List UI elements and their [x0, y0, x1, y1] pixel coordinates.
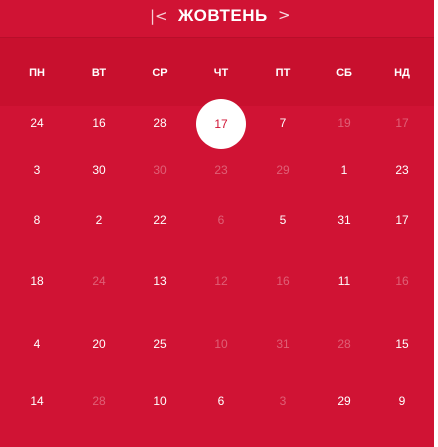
day-cell[interactable]: 5	[252, 213, 314, 227]
day-cell[interactable]: 20	[68, 337, 130, 351]
day-cell[interactable]: 10	[129, 394, 191, 408]
day-cell[interactable]: 4	[6, 337, 68, 351]
day-cell[interactable]: 13	[129, 274, 191, 288]
week-row: 4 20 25 10 31 28 15	[0, 326, 434, 384]
day-cell-muted[interactable]: 30	[129, 163, 191, 177]
day-cell-muted[interactable]: 16	[371, 274, 433, 288]
day-cell[interactable]: 16	[68, 116, 130, 130]
day-cell[interactable]: 3	[6, 163, 68, 177]
day-cell-muted[interactable]: 6	[190, 213, 252, 227]
day-cell-muted[interactable]: 16	[252, 274, 314, 288]
day-cell-muted[interactable]: 19	[313, 116, 375, 130]
day-cell[interactable]: 8	[6, 213, 68, 227]
weekday-sun: НД	[394, 67, 410, 79]
day-cell-muted[interactable]: 28	[313, 337, 375, 351]
weekday-sat: СБ	[336, 67, 352, 79]
day-cell-muted[interactable]: 31	[252, 337, 314, 351]
week-row: 8 2 22 6 5 31 17	[0, 202, 434, 260]
today-day-cell[interactable]: 17	[196, 99, 246, 149]
day-cell[interactable]: 28	[129, 116, 191, 130]
next-month-button[interactable]: >	[278, 6, 291, 24]
page-edge	[434, 0, 438, 447]
weekday-fri: ПТ	[275, 67, 291, 79]
weekday-wed: СР	[152, 67, 168, 79]
weekday-tue: ВТ	[91, 67, 107, 79]
day-cell[interactable]: 11	[313, 274, 375, 288]
calendar: |< ЖОВТЕНЬ > ПН ВТ СР ЧТ ПТ СБ НД 24 16 28…	[0, 0, 434, 447]
day-cell[interactable]: 1	[313, 163, 375, 177]
day-cell[interactable]: 31	[313, 213, 375, 227]
weekday-thu: ЧТ	[213, 67, 229, 79]
weekday-header-row: ПН ВТ СР ЧТ ПТ СБ НД	[0, 37, 434, 106]
day-cell-muted[interactable]: 3	[252, 394, 314, 408]
day-cell-muted[interactable]: 28	[68, 394, 130, 408]
month-title: ЖОВТЕНЬ	[178, 6, 268, 25]
calendar-header: |< ЖОВТЕНЬ >	[0, 0, 434, 36]
day-cell[interactable]: 6	[190, 394, 252, 408]
day-cell-muted[interactable]: 24	[68, 274, 130, 288]
day-cell[interactable]: 15	[371, 337, 433, 351]
day-cell[interactable]: 17	[371, 213, 433, 227]
day-cell[interactable]: 24	[6, 116, 68, 130]
day-cell-muted[interactable]: 29	[252, 163, 314, 177]
day-cell[interactable]: 18	[6, 274, 68, 288]
day-cell-muted[interactable]: 10	[190, 337, 252, 351]
day-cell-muted[interactable]: 12	[190, 274, 252, 288]
day-cell[interactable]: 29	[313, 394, 375, 408]
day-cell[interactable]: 30	[68, 163, 130, 177]
week-row: 14 28 10 6 3 29 9	[0, 383, 434, 441]
day-cell[interactable]: 25	[129, 337, 191, 351]
day-cell-muted[interactable]: 17	[371, 116, 433, 130]
day-cell[interactable]: 9	[371, 394, 433, 408]
day-cell[interactable]: 14	[6, 394, 68, 408]
day-cell[interactable]: 7	[252, 116, 314, 130]
day-cell[interactable]: 23	[371, 163, 433, 177]
weekday-mon: ПН	[29, 67, 45, 79]
day-cell[interactable]: 22	[129, 213, 191, 227]
day-cell[interactable]: 2	[68, 213, 130, 227]
day-cell-muted[interactable]: 23	[190, 163, 252, 177]
week-row: 18 24 13 12 16 11 16	[0, 263, 434, 321]
previous-month-button[interactable]: |<	[150, 7, 168, 25]
